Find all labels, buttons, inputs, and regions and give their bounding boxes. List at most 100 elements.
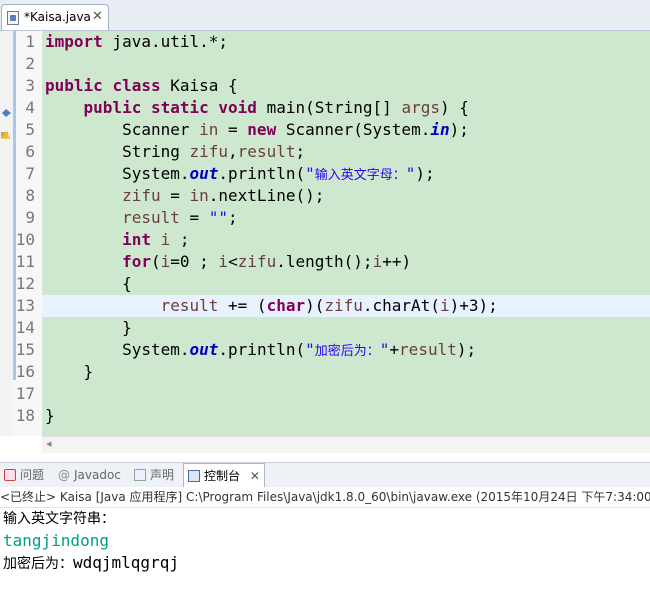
- horizontal-scrollbar[interactable]: ◂: [42, 436, 650, 453]
- code-token: (: [150, 252, 161, 271]
- line-number: 8: [25, 186, 35, 205]
- problems-icon: [4, 469, 16, 481]
- console-result-line: 加密后为：wdqjmlqgrqj: [0, 552, 650, 574]
- code-token: }: [45, 406, 55, 425]
- tab-console-label: 控制台: [204, 469, 241, 483]
- code-token: java.util.*;: [102, 32, 229, 51]
- code-token: "": [208, 208, 229, 227]
- code-line-18: }: [45, 405, 650, 427]
- code-token: .charAt(: [362, 296, 440, 315]
- line-number: 6: [25, 142, 35, 161]
- console-user-input: tangjindong: [3, 531, 109, 550]
- editor-tab-bar: *Kaisa.java ✕: [0, 0, 650, 31]
- code-token: in: [189, 186, 209, 205]
- console-icon: [188, 470, 200, 482]
- code-token: int: [122, 230, 151, 249]
- editor-tab-kaisa-java[interactable]: *Kaisa.java ✕: [1, 4, 109, 30]
- code-token: .println(: [218, 340, 306, 359]
- code-token: i: [218, 252, 229, 271]
- line-number: 1: [25, 32, 35, 51]
- tab-javadoc[interactable]: @ Javadoc: [58, 463, 121, 487]
- code-line-8: zifu = in.nextLine();: [45, 185, 650, 207]
- code-token: zifu: [324, 296, 363, 315]
- tab-problems[interactable]: 问题: [4, 463, 44, 487]
- code-token: 加密后为：: [314, 344, 380, 359]
- code-token: main(String[]: [256, 98, 402, 117]
- code-token: in: [430, 120, 450, 139]
- code-token: i: [160, 252, 171, 271]
- code-token: 输入英文字母：: [314, 168, 406, 183]
- code-line-9: result = "";: [45, 207, 650, 229]
- close-console-icon[interactable]: ✕: [250, 469, 260, 483]
- code-token: String: [122, 142, 190, 161]
- code-line-3: public class Kaisa {: [45, 75, 650, 97]
- code-token: Scanner(System.: [276, 120, 431, 139]
- code-text[interactable]: import java.util.*; public class Kaisa {…: [42, 31, 650, 427]
- code-token: zifu: [189, 142, 229, 161]
- tab-declaration[interactable]: 声明: [134, 463, 174, 487]
- line-numbers: 1 2 3 4 5 6 7 8 9 10 11 12 13 14 15 16 1…: [13, 31, 35, 427]
- editor-tab-label: *Kaisa.java: [24, 10, 91, 24]
- code-line-10: int i ;: [45, 229, 650, 251]
- line-number: 15: [15, 340, 35, 359]
- code-token: ++): [382, 252, 412, 271]
- at-sign-icon: @: [58, 468, 70, 482]
- code-token: += (: [218, 296, 267, 315]
- declaration-icon: [134, 469, 146, 481]
- code-line-6: String zifu,result;: [45, 141, 650, 163]
- code-token: i: [372, 252, 383, 271]
- code-token: );: [456, 340, 477, 359]
- code-token: );: [415, 164, 435, 183]
- code-token: out: [189, 164, 219, 183]
- code-token: class: [112, 76, 161, 95]
- tab-declaration-label: 声明: [150, 468, 175, 482]
- tab-problems-label: 问题: [20, 468, 45, 482]
- code-token: =0 ;: [170, 252, 219, 271]
- code-token: for: [122, 252, 151, 271]
- code-token: void: [218, 98, 257, 117]
- code-token: System.: [122, 164, 190, 183]
- code-token: char: [266, 296, 306, 315]
- line-number: 18: [15, 406, 35, 425]
- line-number: 4: [25, 98, 35, 117]
- code-token: in: [199, 120, 219, 139]
- code-token: Scanner: [122, 120, 200, 139]
- code-token: .println(: [218, 164, 306, 183]
- line-number: 13: [15, 296, 35, 315]
- code-line-13-current: result += (char)(zifu.charAt(i)+3);: [42, 295, 650, 317]
- console-output[interactable]: 输入英文字符串： tangjindong 加密后为：wdqjmlqgrqj: [0, 508, 650, 595]
- tab-console[interactable]: 控制台 ✕: [183, 463, 265, 487]
- views-tab-bar: 问题 @ Javadoc 声明 控制台 ✕: [0, 462, 650, 488]
- tab-javadoc-label: Javadoc: [74, 468, 121, 482]
- annotation-ruler: [0, 31, 13, 436]
- code-token: =: [160, 186, 190, 205]
- code-token: result: [122, 208, 180, 227]
- code-token: import: [45, 32, 103, 51]
- close-tab-icon[interactable]: ✕: [92, 9, 103, 24]
- code-line-15: System.out.println("加密后为："+result);: [45, 339, 650, 361]
- code-token: ": [405, 164, 416, 183]
- code-token: System.: [122, 340, 190, 359]
- console-result-label: 加密后为：: [3, 556, 73, 572]
- code-editor[interactable]: 1 2 3 4 5 6 7 8 9 10 11 12 13 14 15 16 1…: [0, 31, 650, 459]
- code-token: +: [389, 340, 400, 359]
- java-file-icon: [7, 11, 19, 25]
- code-token: <: [228, 252, 238, 271]
- code-token: ;: [228, 208, 238, 227]
- override-marker-icon: [1, 103, 12, 117]
- code-token: ": [305, 340, 315, 359]
- code-token: }: [122, 318, 132, 337]
- code-line-1: import java.util.*;: [45, 31, 650, 53]
- code-token: ;: [170, 230, 190, 249]
- console-result-value: wdqjmlqgrqj: [73, 553, 179, 572]
- code-token: =: [179, 208, 209, 227]
- line-number: 14: [15, 318, 35, 337]
- code-token: {: [122, 274, 132, 293]
- scroll-left-icon[interactable]: ◂: [46, 437, 52, 450]
- code-token: zifu: [122, 186, 161, 205]
- code-token: out: [189, 340, 219, 359]
- line-number: 11: [15, 252, 35, 271]
- code-token: )(: [305, 296, 325, 315]
